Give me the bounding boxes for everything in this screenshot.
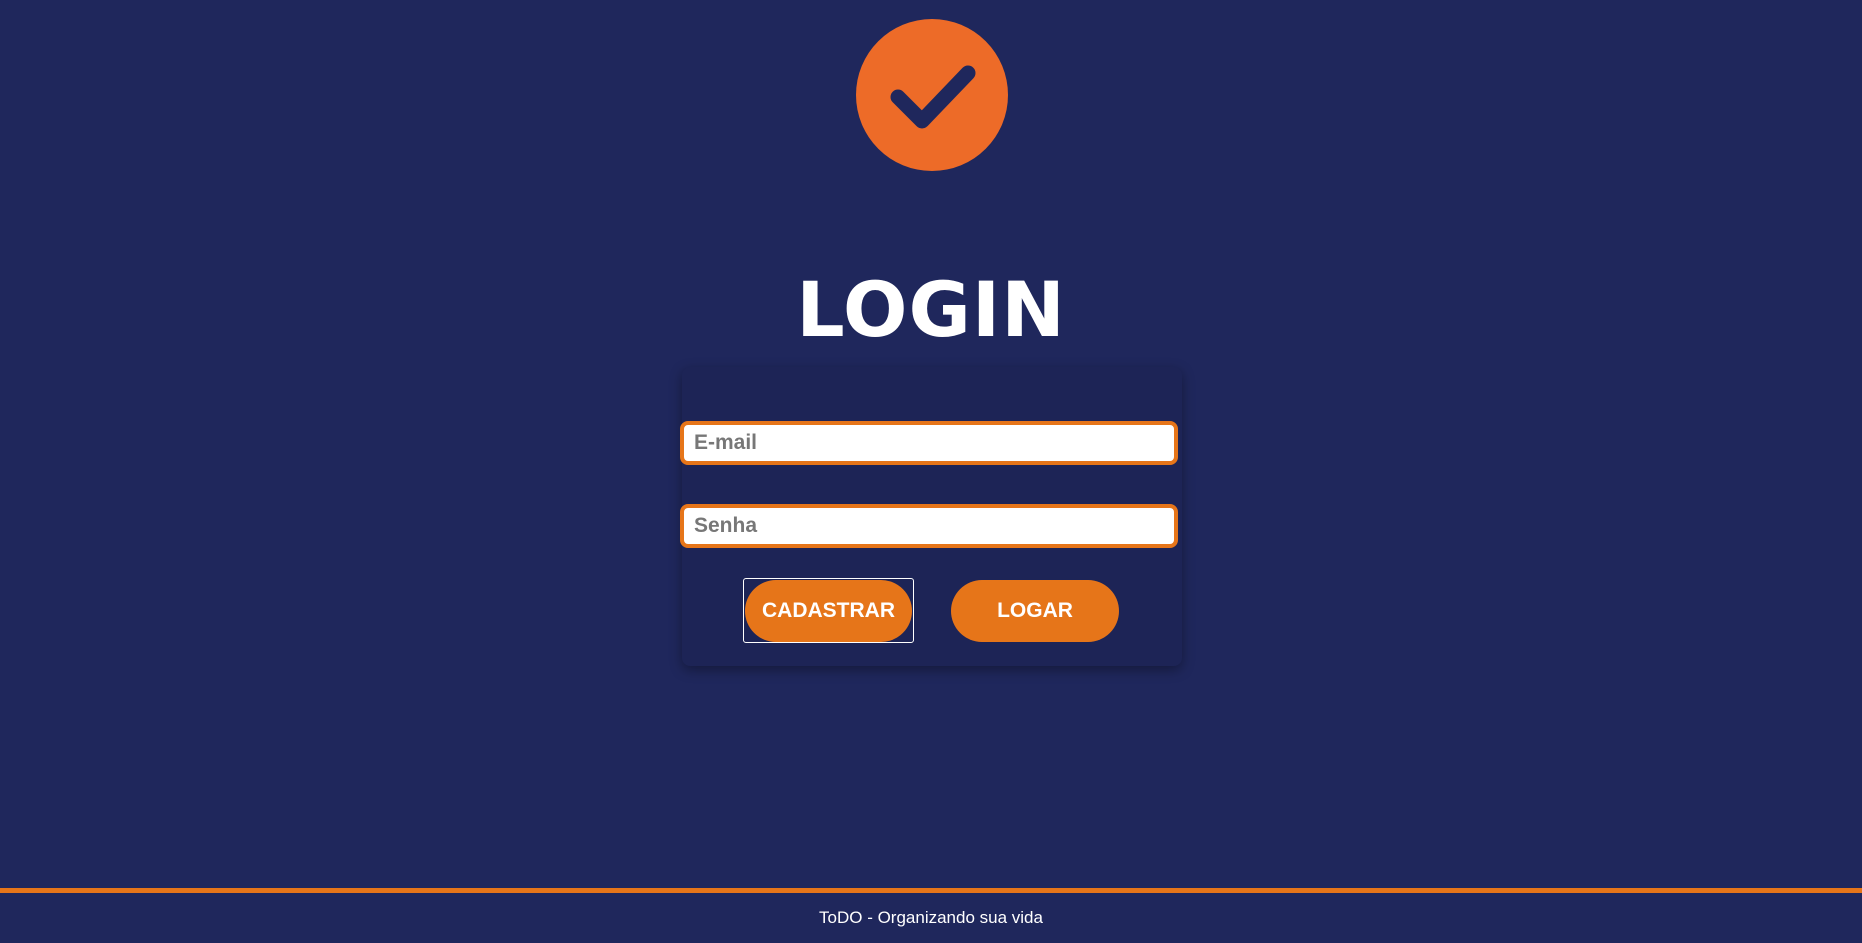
- logo: [856, 19, 1008, 171]
- logar-button[interactable]: LOGAR: [951, 580, 1119, 642]
- password-field[interactable]: [680, 504, 1178, 548]
- footer-text: ToDO - Organizando sua vida: [819, 908, 1043, 927]
- cadastrar-focus-outline: CADASTRAR: [743, 578, 914, 643]
- page: LOGIN CADASTRAR LOGAR ToDO - Organizando…: [0, 0, 1862, 943]
- cadastrar-button[interactable]: CADASTRAR: [745, 580, 912, 642]
- email-field[interactable]: [680, 421, 1178, 465]
- checkmark-icon: [890, 65, 976, 129]
- page-title: LOGIN: [796, 265, 1066, 354]
- footer: ToDO - Organizando sua vida: [0, 893, 1862, 943]
- login-card: CADASTRAR LOGAR: [680, 367, 1182, 666]
